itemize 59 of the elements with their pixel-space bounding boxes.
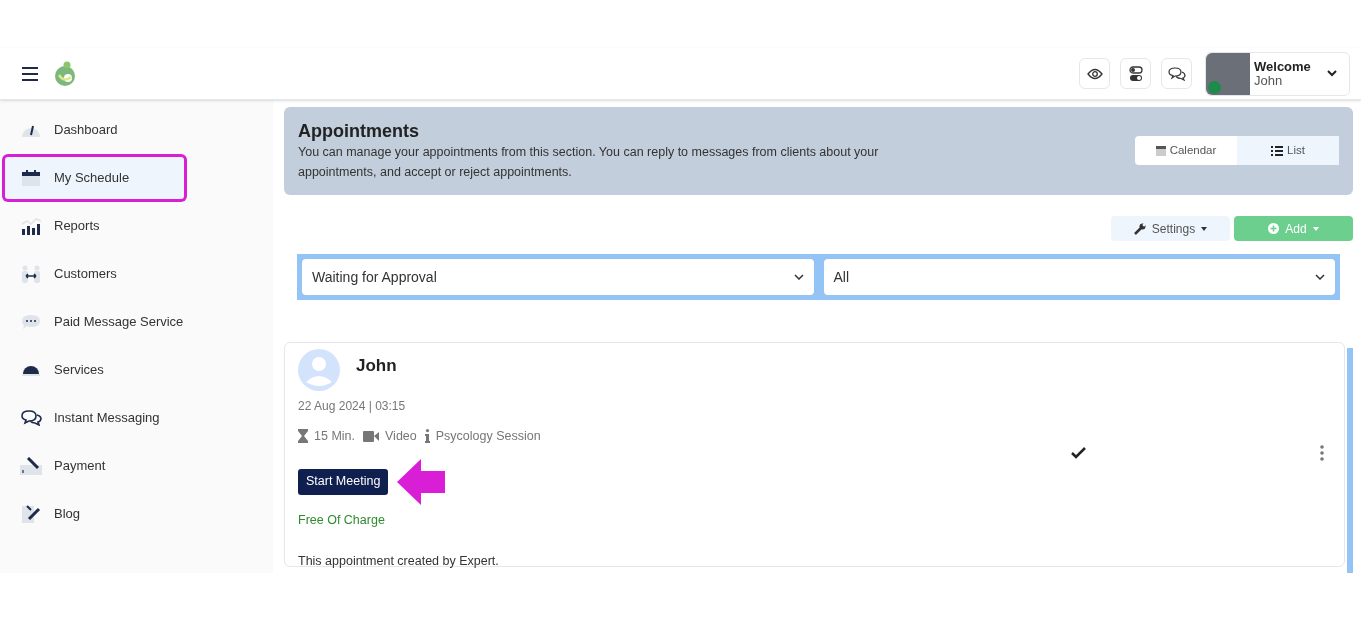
calendar-icon (1155, 145, 1166, 156)
calendar-icon (22, 170, 40, 186)
dome-icon (22, 364, 40, 376)
view-tab[interactable]: List (1237, 136, 1339, 165)
more-options-icon[interactable] (1320, 445, 1324, 461)
caret-icon (1201, 226, 1208, 231)
video-camera-icon (363, 430, 379, 442)
sidebar-item[interactable]: Paid Message Service (2, 298, 267, 346)
welcome-label: Welcome (1254, 59, 1311, 74)
service-label: Psycology Session (435, 428, 541, 445)
start-meeting-button[interactable]: Start Meeting (298, 468, 389, 495)
list-icon (1271, 145, 1284, 156)
chevron-down-icon (793, 274, 804, 280)
caret-icon (1312, 226, 1319, 231)
bar-chart-icon (20, 217, 42, 235)
plus-circle-icon (1268, 223, 1280, 234)
appointment-note: This appointment created by Expert. (298, 552, 500, 570)
sidebar-item[interactable]: My Schedule (2, 154, 187, 202)
info-icon (424, 429, 430, 444)
price-label: Free Of Charge (298, 511, 386, 529)
duration-label: 15 Min. (314, 428, 355, 445)
chevron-down-icon (1315, 274, 1325, 280)
sidebar-item[interactable]: Customers (2, 250, 267, 298)
user-menu[interactable]: Welcome John (1205, 51, 1350, 96)
visibility-button[interactable] (1079, 58, 1110, 89)
view-tab[interactable]: Calendar (1135, 136, 1237, 165)
filter-dropdown[interactable]: Waiting for Approval (302, 259, 814, 295)
hourglass-icon (298, 429, 308, 444)
pen-and-dollar-icon (20, 457, 42, 475)
people-icon (21, 265, 41, 283)
chevron-down-icon (1327, 70, 1337, 77)
chat-button[interactable] (1161, 58, 1192, 89)
sidebar-item[interactable]: Dashboard (2, 106, 267, 154)
blog-edit-icon (21, 504, 41, 524)
pointer-arrow-drawing (397, 458, 446, 505)
sidebar-item[interactable]: Services (2, 346, 267, 394)
filter-dropdown[interactable]: All (823, 259, 1335, 295)
menu-icon[interactable] (22, 66, 38, 81)
speech-bubble-icon (21, 314, 41, 330)
page-description: You can manage your appointments from this section. You can reply to messages from clients about your appointments, and accept or reject appointments. (298, 144, 880, 181)
sidebar-item[interactable]: Reports (2, 202, 267, 250)
appointment-datetime: 22 Aug 2024 | 03:15 (298, 398, 407, 415)
user-name: John (1254, 73, 1284, 88)
sidebar-item[interactable]: Blog (2, 490, 267, 538)
chat-icon (1167, 66, 1186, 81)
user-avatar-icon (298, 349, 340, 391)
logo-icon (53, 60, 77, 87)
sidebar-item[interactable]: Payment (2, 442, 267, 490)
meeting-type-label: Video (385, 428, 417, 445)
toggle-button[interactable] (1120, 58, 1151, 89)
toggle-icon (1128, 65, 1143, 82)
sidebar-item[interactable]: Instant Messaging (2, 394, 267, 442)
client-name: John (356, 355, 397, 377)
page-title: Appointments (298, 120, 420, 142)
wrench-icon (1133, 222, 1146, 235)
eye-icon (1086, 67, 1103, 80)
avatar-photo-placeholder (1206, 52, 1250, 95)
chat-icon (20, 410, 42, 426)
settings-button[interactable]: Settings (1111, 216, 1230, 241)
